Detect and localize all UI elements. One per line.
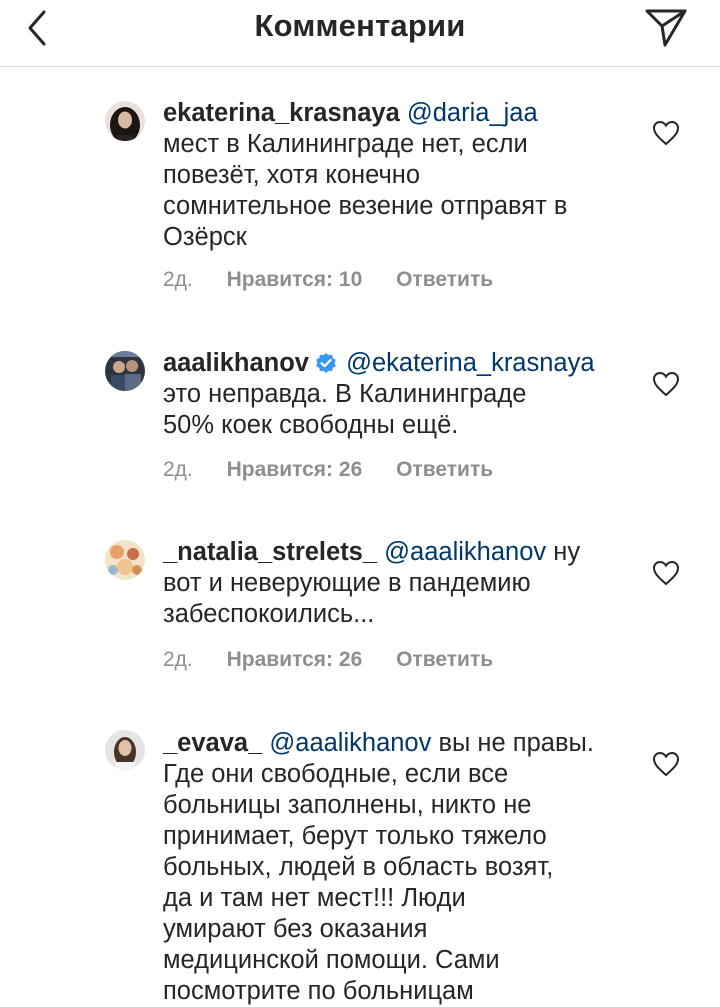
- comment-line: Озёрск: [163, 223, 247, 251]
- verified-badge-icon: [316, 353, 336, 373]
- comment-text: ekaterina_krasnaya @daria_jaa мест в Кал…: [163, 98, 643, 253]
- comment-line: вот и неверующие в пандемию: [163, 569, 531, 597]
- comment-line: мест в Калининграде нет, если: [163, 130, 528, 158]
- comment-line: посмотрите по больницам: [163, 977, 474, 1005]
- comment-mention[interactable]: @ekaterina_krasnaya: [346, 349, 594, 377]
- reply-button[interactable]: Ответить: [396, 648, 493, 671]
- header-bar: Комментарии: [0, 0, 720, 67]
- comment-username[interactable]: _evava_: [163, 729, 262, 757]
- comment-line: сомнительное везение отправят в: [163, 192, 568, 220]
- comment-line: вы не правы.: [438, 729, 594, 757]
- comment-text: aaalikhanov @ekaterina_krasnaya это непр…: [163, 348, 643, 441]
- comment-time: 2д.: [163, 458, 193, 481]
- page-title: Комментарии: [254, 8, 466, 43]
- paper-plane-icon[interactable]: [642, 4, 690, 50]
- avatar[interactable]: [105, 540, 145, 580]
- comment-username[interactable]: ekaterina_krasnaya: [163, 99, 400, 127]
- heart-outline-icon[interactable]: [652, 560, 680, 586]
- comment-line: забеспокоились...: [163, 600, 375, 628]
- comment-line: медицинской помощи. Сами: [163, 946, 500, 974]
- avatar[interactable]: [105, 730, 145, 770]
- comment-mention[interactable]: @aaalikhanov: [269, 729, 431, 757]
- comment-line: это неправда. В Калининграде: [163, 380, 527, 408]
- reply-button[interactable]: Ответить: [396, 268, 493, 291]
- comment-meta: 2д. Нравится: 26 Ответить: [163, 648, 521, 672]
- comment-username[interactable]: aaalikhanov: [163, 349, 309, 377]
- comment-likes[interactable]: Нравится: 26: [227, 648, 363, 671]
- comment-likes[interactable]: Нравится: 26: [227, 458, 363, 481]
- avatar[interactable]: [105, 101, 145, 141]
- comment-username[interactable]: _natalia_strelets_: [163, 538, 377, 566]
- comment-line: принимает, берут только тяжело: [163, 822, 547, 850]
- reply-button[interactable]: Ответить: [396, 458, 493, 481]
- comment-line: умирают без оказания: [163, 915, 428, 943]
- comment-time: 2д.: [163, 648, 193, 671]
- comment-text: _evava_ @aaalikhanov вы не правы. Где он…: [163, 728, 643, 1007]
- comment-mention[interactable]: @daria_jaa: [407, 99, 538, 127]
- comment-time: 2д.: [163, 268, 193, 291]
- heart-outline-icon[interactable]: [652, 120, 680, 146]
- comment-likes[interactable]: Нравится: 10: [227, 268, 363, 291]
- comment-line: 50% коек свободны ещё.: [163, 411, 459, 439]
- comment-text: _natalia_strelets_ @aaalikhanov ну вот и…: [163, 537, 643, 630]
- comment-line: ну: [553, 538, 581, 566]
- comment-line: Где они свободные, если все: [163, 760, 509, 788]
- comment-mention[interactable]: @aaalikhanov: [384, 538, 546, 566]
- comment-line: повезёт, хотя конечно: [163, 161, 421, 189]
- heart-outline-icon[interactable]: [652, 751, 680, 777]
- heart-outline-icon[interactable]: [652, 371, 680, 397]
- comment-line: да и там нет мест!!! Люди: [163, 884, 466, 912]
- avatar[interactable]: [105, 351, 145, 391]
- comment-line: больных, людей в область возят,: [163, 853, 554, 881]
- comment-line: больницы заполнены, никто не: [163, 791, 532, 819]
- comment-meta: 2д. Нравится: 26 Ответить: [163, 458, 521, 482]
- comment-meta: 2д. Нравится: 10 Ответить: [163, 268, 521, 292]
